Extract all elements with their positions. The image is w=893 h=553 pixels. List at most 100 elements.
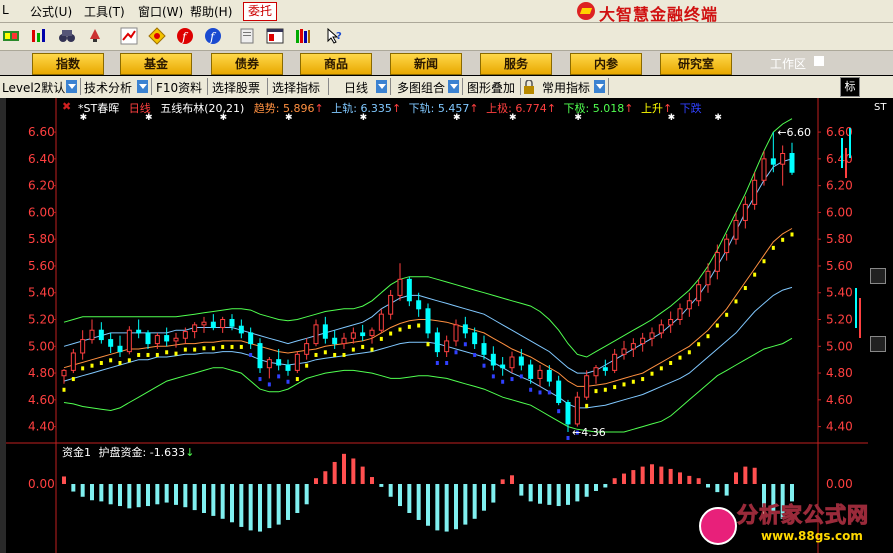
svg-text:?: ? [336, 31, 342, 42]
candle-body [70, 352, 76, 371]
close-icon-small[interactable]: ✖ [62, 100, 71, 113]
tab-overlay[interactable]: 图形叠加 [467, 79, 515, 96]
money-flow-bar [164, 484, 169, 503]
bars-icon[interactable] [30, 27, 48, 45]
money-flow-bar [155, 484, 160, 505]
tab-common-arrow-icon[interactable] [594, 80, 605, 93]
f-blue-icon[interactable]: f [204, 27, 222, 45]
tab-level2[interactable]: Level2默认 [2, 79, 65, 96]
menu-prefix[interactable]: L [2, 3, 9, 17]
trend-marker [445, 360, 449, 365]
candle-body [556, 380, 562, 404]
menu-help[interactable]: 帮助(H) [190, 3, 232, 20]
help-icon[interactable]: ? [326, 27, 344, 45]
candle-body [369, 329, 375, 337]
trend-marker [669, 360, 673, 365]
menu-formula[interactable]: 公式(U) [30, 3, 72, 20]
grid-layout-icon[interactable] [870, 268, 886, 284]
watermark-title: 分析家公式网 [737, 503, 869, 528]
diamond-icon[interactable] [148, 27, 166, 45]
trend-marker [687, 350, 691, 355]
money-flow-bar [724, 484, 729, 496]
add-window-icon[interactable] [870, 336, 886, 352]
watermark-logo-icon [699, 507, 737, 545]
tab-multi-chart[interactable]: 多图组合 [397, 79, 445, 96]
trend-marker [109, 358, 113, 363]
trend-value: 5.896 [283, 102, 315, 115]
biao-button[interactable]: 标 [840, 77, 860, 97]
trend-marker [211, 346, 215, 351]
y-tick-left: 5.00 [28, 339, 55, 353]
workarea-dropdown-icon[interactable] [814, 56, 824, 66]
tab-daily[interactable]: 日线 [344, 79, 368, 96]
nav-news[interactable]: 新闻 [390, 53, 462, 75]
menu-window[interactable]: 窗口(W) [138, 3, 183, 20]
nav-insider[interactable]: 内参 [570, 53, 642, 75]
lock-icon[interactable] [523, 80, 535, 94]
alarm-icon[interactable] [86, 27, 104, 45]
candle-body [136, 329, 142, 334]
binoculars-icon[interactable] [58, 27, 76, 45]
candle-body [238, 325, 244, 334]
tab-tech-analysis[interactable]: 技术分析 [84, 79, 132, 96]
money-flow-bar [342, 453, 346, 484]
money-flow-bar [435, 484, 440, 531]
tab-f10[interactable]: F10资料 [156, 79, 202, 96]
tab-select-indicator[interactable]: 选择指标 [272, 79, 320, 96]
trend-marker [258, 377, 262, 382]
nav-fund[interactable]: 基金 [120, 53, 192, 75]
trend-marker [426, 342, 430, 347]
money-flow-bar [687, 475, 692, 484]
layout-icon[interactable] [266, 27, 284, 45]
candle-body [164, 335, 170, 342]
nav-index[interactable]: 指数 [32, 53, 104, 75]
sub-chart-header: 资金1 护盘资金: -1.633↓ [62, 446, 195, 459]
money-flow-bar [640, 466, 645, 484]
tab-multi-arrow-icon[interactable] [448, 80, 459, 93]
trend-marker [351, 347, 355, 352]
nav-commodity[interactable]: 商品 [300, 53, 372, 75]
y-tick-right: 4.40 [826, 420, 853, 434]
trend-marker [790, 232, 794, 237]
candle-body [416, 300, 422, 310]
money-flow-bar [650, 464, 654, 484]
tab-level2-arrow-icon[interactable] [66, 80, 77, 93]
money-flow-bar [491, 484, 496, 503]
trend-marker [389, 331, 393, 336]
trend-label: 趋势 [253, 102, 276, 115]
candle-body [630, 343, 636, 350]
money-flow-bar [603, 484, 608, 488]
document-icon[interactable] [238, 27, 256, 45]
books-icon[interactable] [294, 27, 312, 45]
nav-bond[interactable]: 债券 [211, 53, 283, 75]
candle-body [472, 332, 478, 345]
candle-body [173, 337, 179, 342]
candle-body [490, 353, 496, 366]
candle-body [434, 332, 440, 353]
money-flow-bar [426, 484, 430, 526]
candle-body [714, 252, 720, 272]
f-red-icon[interactable]: f [176, 27, 194, 45]
money-flow-bar [510, 475, 514, 484]
tab-tech-arrow-icon[interactable] [137, 80, 148, 93]
signal-star: ✱ [714, 113, 722, 123]
weituo-button[interactable]: 委托 [243, 2, 278, 21]
workarea-label[interactable]: 工作区 [770, 55, 806, 72]
candle-body [341, 337, 347, 345]
money-flow-bar [631, 470, 636, 484]
nav-research[interactable]: 研究室 [660, 53, 732, 75]
tab-select-stock[interactable]: 选择股票 [212, 79, 260, 96]
menu-tools[interactable]: 工具(T) [84, 3, 125, 20]
tab-common-indicator[interactable]: 常用指标 [542, 79, 590, 96]
candle-body [742, 203, 748, 221]
chart-area[interactable]: 6.60 6.60 6.40 6.40 6.20 6.20 6.00 6.00 5.80 5.80… [6, 98, 868, 553]
upper-label: 上轨 [331, 102, 354, 115]
trend-marker [463, 342, 467, 347]
chart-up-icon[interactable] [120, 27, 138, 45]
money-flow-bar [314, 478, 318, 484]
candle-body [686, 300, 692, 310]
grid-icon[interactable] [2, 27, 20, 45]
lowmost-value: 5.018 [592, 102, 625, 115]
nav-service[interactable]: 服务 [480, 53, 552, 75]
tab-daily-arrow-icon[interactable] [376, 80, 387, 93]
